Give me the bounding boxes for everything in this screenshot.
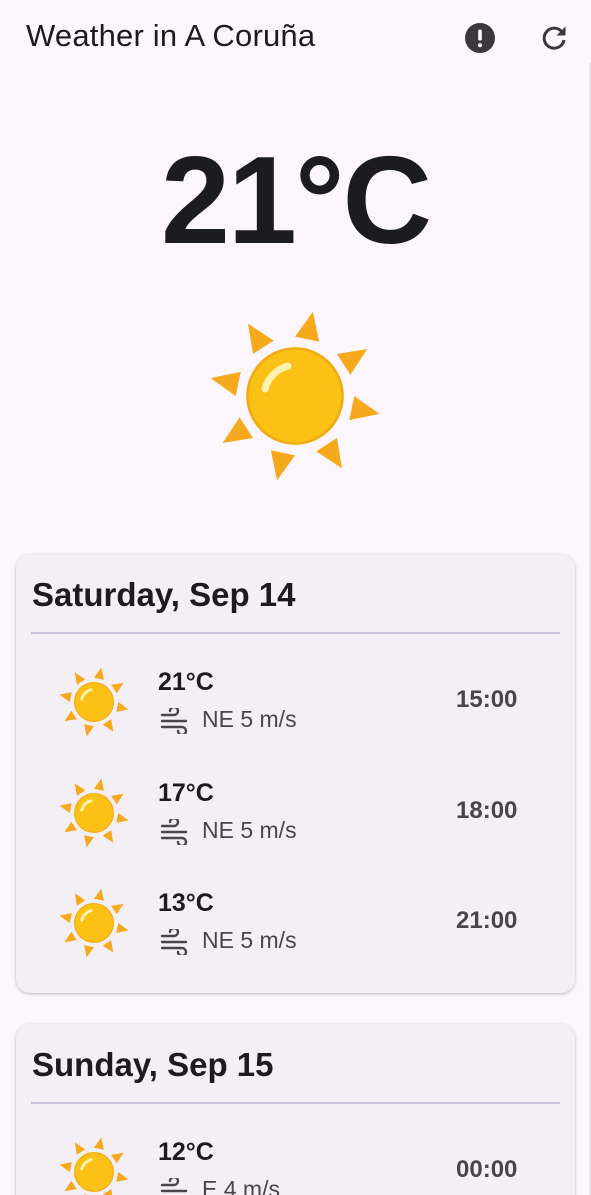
wind-icon <box>160 819 188 845</box>
sun-icon <box>59 1137 129 1195</box>
sun-ray <box>111 903 124 915</box>
app-bar: Weather in A Coruña <box>0 0 591 76</box>
sun-ray <box>59 692 72 702</box>
sun-ray <box>74 893 86 906</box>
sun-ray <box>94 1137 104 1150</box>
sun-ray <box>84 835 94 848</box>
day-card: Saturday, Sep 14 21°C NE 5 m/s 15:00 17°… <box>16 554 575 993</box>
day-label: Saturday, Sep 14 <box>32 576 296 613</box>
sun-ray <box>64 710 77 722</box>
forecast-row: 13°C NE 5 m/s 21:00 <box>16 887 575 987</box>
forecast-wind: NE 5 m/s <box>202 927 297 953</box>
sun-icon <box>59 888 129 958</box>
wind-icon <box>160 929 188 955</box>
forecast-temp: 17°C <box>158 779 214 807</box>
day-card: Sunday, Sep 15 12°C E 4 m/s 00:00 <box>16 1024 575 1195</box>
sun-ray <box>116 1172 129 1182</box>
wind-stroke <box>160 819 180 828</box>
sun-ray <box>74 672 86 685</box>
sun-ray <box>64 821 77 833</box>
sun-ray <box>94 888 104 901</box>
sun-body <box>74 793 114 833</box>
sun-body <box>74 682 114 722</box>
wind-stroke <box>160 929 180 938</box>
sun-ray <box>111 1152 124 1164</box>
sun-ray <box>102 719 114 732</box>
sun-ray <box>111 682 124 694</box>
forecast-temp: 21°C <box>158 668 214 696</box>
forecast-time: 00:00 <box>456 1156 518 1183</box>
forecast-row: 17°C NE 5 m/s 18:00 <box>16 777 575 877</box>
sun-ray <box>64 931 77 943</box>
sun-ray <box>337 349 368 375</box>
sun-ray <box>111 793 124 805</box>
sun-ray <box>94 667 104 680</box>
sun-ray <box>222 417 253 443</box>
sun-ray <box>64 1180 77 1192</box>
sun-icon <box>210 311 380 481</box>
page-title: Weather in A Coruña <box>26 18 316 53</box>
sun-ray <box>102 1189 113 1195</box>
wind-stroke <box>160 946 188 955</box>
sun-icon <box>59 667 129 737</box>
sun-ray <box>84 724 94 737</box>
day-label: Sunday, Sep 15 <box>32 1046 274 1083</box>
sun-ray <box>116 702 129 712</box>
divider <box>31 1102 560 1104</box>
sun-ray <box>210 371 241 396</box>
sun-ray <box>295 311 320 342</box>
sun-ray <box>74 783 86 796</box>
sun-ray <box>102 940 114 953</box>
current-temperature: 21°C <box>160 132 432 270</box>
refresh-button[interactable] <box>536 20 572 56</box>
wind-stroke <box>160 708 180 717</box>
forecast-time: 15:00 <box>456 686 518 713</box>
sun-ray <box>116 923 129 933</box>
sun-icon <box>59 778 129 848</box>
sun-body <box>74 1152 114 1192</box>
divider <box>31 632 560 634</box>
sun-ray <box>84 945 94 958</box>
sun-ray <box>349 396 380 421</box>
sun-ray <box>74 1142 86 1155</box>
forecast-time: 18:00 <box>456 797 518 824</box>
forecast-wind: NE 5 m/s <box>202 706 297 732</box>
forecast-temp: 13°C <box>158 889 214 917</box>
sun-body <box>246 347 344 445</box>
sun-body <box>74 903 114 943</box>
forecast-temp: 12°C <box>158 1138 214 1166</box>
forecast-row: 12°C E 4 m/s 00:00 <box>16 1136 575 1195</box>
forecast-row: 21°C NE 5 m/s 15:00 <box>16 666 575 766</box>
refresh-icon <box>542 26 566 50</box>
sun-ray <box>94 778 104 791</box>
forecast-time: 21:00 <box>456 907 518 934</box>
sun-ray <box>59 1162 72 1172</box>
wind-stroke <box>160 836 188 845</box>
sun-ray <box>116 813 129 823</box>
sun-ray <box>59 913 72 923</box>
wind-icon <box>160 1178 188 1193</box>
forecast-wind: E 4 m/s <box>202 1176 280 1195</box>
wind-stroke <box>160 725 188 734</box>
sun-ray <box>316 438 342 469</box>
sun-ray <box>59 803 72 813</box>
wind-icon <box>160 708 188 734</box>
sun-ray <box>102 830 114 843</box>
exclamation-circle-icon <box>465 23 495 53</box>
sun-ray <box>248 323 274 354</box>
forecast-wind: NE 5 m/s <box>202 817 297 843</box>
info-button[interactable] <box>462 20 498 56</box>
wind-stroke <box>160 1178 180 1187</box>
sun-ray <box>270 450 295 481</box>
